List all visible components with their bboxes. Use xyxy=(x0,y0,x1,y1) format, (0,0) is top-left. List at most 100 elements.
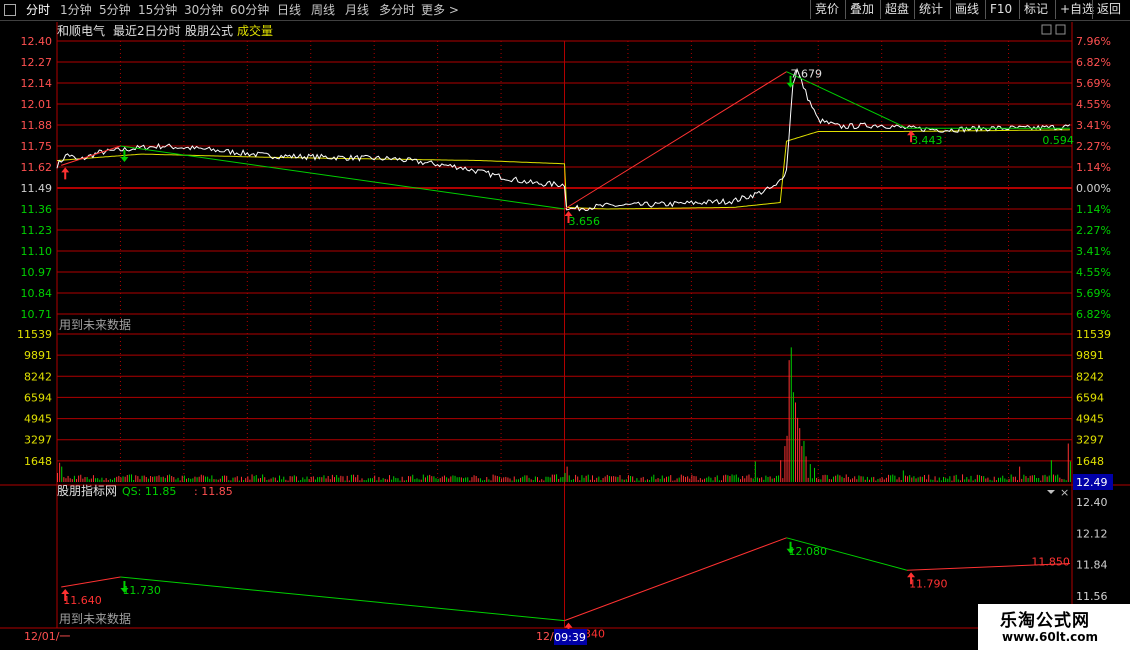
indicator-segment xyxy=(120,576,565,622)
pct-tick-label: 2.27% xyxy=(1076,140,1111,153)
indicator-menu-icon xyxy=(1047,490,1055,494)
watermark-title: 乐淘公式网 xyxy=(1000,611,1090,631)
qs-label: QS: 11.85 xyxy=(122,485,176,498)
period-tab-7[interactable]: 周线 xyxy=(311,2,335,18)
period-tab-9[interactable]: 多分时 xyxy=(379,2,415,18)
pct-tick-label: 5.69% xyxy=(1076,287,1111,300)
period-tab-8[interactable]: 月线 xyxy=(345,2,369,18)
period-tab-10[interactable]: 更多 > xyxy=(421,2,459,18)
buy-arrow xyxy=(61,167,70,180)
future-data-label-2: 用到未来数据 xyxy=(59,611,131,626)
volume-tick-label-right: 9891 xyxy=(1076,349,1104,362)
volume-tick-label-right: 1648 xyxy=(1076,455,1104,468)
day1-label: 12/01/一 xyxy=(24,630,70,643)
price-tick-label: 11.23 xyxy=(21,224,53,237)
pct-tick-label: 1.14% xyxy=(1076,203,1111,216)
price-tick-label: 12.14 xyxy=(21,77,53,90)
price-tick-label: 11.36 xyxy=(21,203,53,216)
price-tick-label: 10.71 xyxy=(21,308,53,321)
indicator-tick-label: 11.56 xyxy=(1076,590,1108,603)
price-tick-label: 11.88 xyxy=(21,119,53,132)
indicator-point-label: 11.640 xyxy=(63,594,102,607)
pct-tick-label: 6.82% xyxy=(1076,308,1111,321)
window-icon[interactable] xyxy=(4,4,16,16)
period-tab-3[interactable]: 15分钟 xyxy=(138,2,177,18)
zigzag-label: 0.594 xyxy=(1042,134,1074,147)
period-tab-6[interactable]: 日线 xyxy=(277,2,301,18)
price-tick-label: 12.40 xyxy=(21,35,53,48)
price-tick-label: 11.75 xyxy=(21,140,53,153)
toolbar-button-3[interactable]: 统计 xyxy=(914,0,947,19)
indicator-segment xyxy=(61,576,121,588)
volume-tick-label-right: 11539 xyxy=(1076,328,1111,341)
indicator-point-label: 11.730 xyxy=(122,584,161,597)
toolbar-button-0[interactable]: 竞价 xyxy=(810,0,843,19)
volume-tick-label-right: 3297 xyxy=(1076,434,1104,447)
toolbar-button-8[interactable]: 返回 xyxy=(1092,0,1125,19)
indicator-tick-label: 12.40 xyxy=(1076,496,1108,509)
panel-button-1 xyxy=(1055,24,1066,35)
indicator-close-icon: × xyxy=(1060,486,1069,499)
price-tick-label: 12.01 xyxy=(21,98,53,111)
watermark-logo: 乐淘公式网 www.60lt.com xyxy=(978,604,1130,650)
cursor-price-label: 12.49 xyxy=(1076,476,1108,489)
zigzag-segment xyxy=(120,145,565,210)
toolbar-button-6[interactable]: 标记 xyxy=(1019,0,1052,19)
volume-tick-label: 11539 xyxy=(17,328,52,341)
period-tab-4[interactable]: 30分钟 xyxy=(184,2,223,18)
volume-tick-label: 8242 xyxy=(24,370,52,383)
cursor-time-label: 09:39 xyxy=(554,631,586,644)
period-tab-0[interactable]: 分时 xyxy=(26,2,50,18)
panel-button-0 xyxy=(1041,24,1052,35)
period-tab-5[interactable]: 60分钟 xyxy=(230,2,269,18)
pct-tick-label: 5.69% xyxy=(1076,77,1111,90)
pct-tick-label: 6.82% xyxy=(1076,56,1111,69)
price-tick-label: 11.10 xyxy=(21,245,53,258)
pct-tick-label: 7.96% xyxy=(1076,35,1111,48)
indicator-name: 股朋指标网 xyxy=(57,483,117,498)
volume-tick-label: 6594 xyxy=(24,391,52,404)
qs-value: : 11.85 xyxy=(194,485,233,498)
volume-tick-label: 3297 xyxy=(24,434,52,447)
price-tick-label: 12.27 xyxy=(21,56,53,69)
zigzag-label: 3.656 xyxy=(569,215,601,228)
volume-tick-label: 9891 xyxy=(24,349,52,362)
volume-tick-label-right: 4945 xyxy=(1076,413,1104,426)
price-tick-label: 10.97 xyxy=(21,266,53,279)
pct-tick-label: 3.41% xyxy=(1076,245,1111,258)
volume-tick-label: 1648 xyxy=(24,455,52,468)
pct-tick-label: 1.14% xyxy=(1076,161,1111,174)
future-data-label: 用到未来数据 xyxy=(59,317,131,332)
indicator-segment xyxy=(564,537,787,622)
indicator-point-label: 11.850 xyxy=(1031,556,1070,569)
toolbar-button-4[interactable]: 画线 xyxy=(950,0,983,19)
volume-tick-label-right: 8242 xyxy=(1076,370,1104,383)
price-tick-label: 11.49 xyxy=(21,182,53,195)
price-tick-label: 10.84 xyxy=(21,287,53,300)
zigzag-label: 7.679 xyxy=(791,68,823,81)
period-tab-2[interactable]: 5分钟 xyxy=(99,2,131,18)
period-toolbar: 分时 1分钟 5分钟 15分钟 30分钟 60分钟 日线 周线 月线 多分时 更多 > 竞价 叠加 超盘统… xyxy=(0,0,1130,21)
price-tick-label: 11.62 xyxy=(21,161,53,174)
indicator-tick-label: 12.12 xyxy=(1076,527,1108,540)
toolbar-button-5[interactable]: F10 xyxy=(985,0,1016,19)
volume-tick-label: 4945 xyxy=(24,413,52,426)
chart-area[interactable]: 12.40 7.96% 12.27 6.82% 12.14 5.69% 12.01 4.55%… xyxy=(0,0,1130,650)
watermark-url: www.60lt.com xyxy=(1002,630,1099,644)
toolbar-button-1[interactable]: 叠加 xyxy=(845,0,878,19)
stock-name: 和顺电气 xyxy=(57,23,105,38)
pct-tick-label: 0.00% xyxy=(1076,182,1111,195)
indicator-point-label: 12.080 xyxy=(789,545,828,558)
zigzag-label: 3.443 xyxy=(911,134,943,147)
pct-tick-label: 3.41% xyxy=(1076,119,1111,132)
formula-label: 股朋公式 xyxy=(185,24,233,38)
pct-tick-label: 4.55% xyxy=(1076,266,1111,279)
indicator-tick-label: 11.84 xyxy=(1076,559,1108,572)
pct-tick-label: 4.55% xyxy=(1076,98,1111,111)
period-label: 最近2日分时 xyxy=(113,24,181,38)
pct-tick-label: 2.27% xyxy=(1076,224,1111,237)
toolbar-button-2[interactable]: 超盘 xyxy=(880,0,913,19)
period-tab-1[interactable]: 1分钟 xyxy=(60,2,92,18)
volume-label: 成交量 xyxy=(237,23,273,38)
indicator-point-label: 11.790 xyxy=(909,577,948,590)
